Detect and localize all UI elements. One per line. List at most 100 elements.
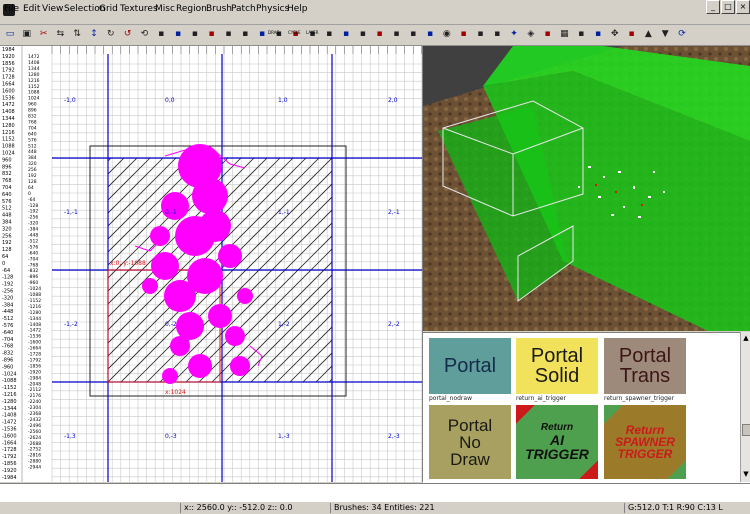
console-input[interactable] xyxy=(0,483,750,503)
ruler-label: -1536 xyxy=(2,427,17,433)
ruler-label: -256 xyxy=(28,215,38,221)
close-button[interactable]: × xyxy=(736,0,750,14)
ruler-label: -1792 xyxy=(2,454,17,460)
render-mode-icon[interactable]: ▪ xyxy=(575,28,587,40)
face-edit-icon[interactable]: ▪ xyxy=(323,28,335,40)
ruler-label: 1664 xyxy=(2,82,15,88)
camera-canvas[interactable] xyxy=(423,46,750,331)
view-xy-icon[interactable]: ▪ xyxy=(390,28,402,40)
grid-view-2d[interactable]: 1984 1920 1856 1792 1728 1664 1600 1536 1472 1408… xyxy=(0,46,423,482)
ruler-label: -704 xyxy=(28,256,38,262)
menu-edit[interactable]: Edit xyxy=(23,4,40,14)
texture-tile-portal-trans[interactable]: Portal Trans xyxy=(604,338,686,394)
show-curves-icon[interactable]: ▪ xyxy=(474,28,486,40)
ruler-label: -448 xyxy=(28,233,38,239)
menu-grid[interactable]: Grid xyxy=(99,4,118,14)
menu-physics[interactable]: Physics xyxy=(256,4,289,14)
texture-label: Portal xyxy=(530,345,584,367)
ruler-label: -1408 xyxy=(2,413,17,419)
filter-icon[interactable]: ◈ xyxy=(525,28,537,40)
grid-icon[interactable]: ▦ xyxy=(558,28,570,40)
region-label: 2,-1 xyxy=(388,209,400,216)
flip-y-icon[interactable]: ⇅ xyxy=(71,28,83,40)
arrow-up-icon[interactable]: ▲ xyxy=(642,28,654,40)
scroll-thumb[interactable] xyxy=(742,424,750,436)
light-icon[interactable]: ✦ xyxy=(508,28,520,40)
cut-icon[interactable]: ✂ xyxy=(38,28,50,40)
ruler-label: 1152 xyxy=(2,137,15,143)
entity-blob xyxy=(170,336,190,356)
menu-brush[interactable]: Brush xyxy=(206,4,232,14)
entity-blob xyxy=(188,354,212,378)
ruler-label: -1152 xyxy=(28,298,41,304)
menu-bar: File Edit View Selection Grid Textures M… xyxy=(0,0,750,25)
texture-label: Portal xyxy=(443,355,497,377)
rotate-x-icon[interactable]: ↻ xyxy=(105,28,117,40)
menu-textures[interactable]: Textures xyxy=(120,4,158,14)
entity-blob xyxy=(192,178,228,214)
view-yz-icon[interactable]: ▪ xyxy=(424,28,436,40)
texture-lock-icon[interactable]: ▪ xyxy=(340,28,352,40)
flip-z-icon[interactable]: ↕ xyxy=(88,28,100,40)
csg-merge-icon[interactable]: ▪ xyxy=(222,28,234,40)
texture-tile-portal-solid[interactable]: Portal Solid xyxy=(516,338,598,394)
texture-tile-portal[interactable]: Portal xyxy=(429,338,511,394)
select-inside-icon[interactable]: ▪ xyxy=(172,28,184,40)
move-icon[interactable]: ✥ xyxy=(609,28,621,40)
cubic-clip-icon[interactable]: ▪ xyxy=(542,28,554,40)
menu-region[interactable]: Region xyxy=(176,4,207,14)
texture-tile-return-ai-trigger[interactable]: Return AI TRIGGER xyxy=(516,405,598,479)
maximize-button[interactable]: □ xyxy=(721,0,735,14)
ruler-label: 1536 xyxy=(2,95,15,101)
path-icon[interactable]: ▪ xyxy=(592,28,604,40)
rotate-z-icon[interactable]: ⟲ xyxy=(138,28,150,40)
ruler-label: -1280 xyxy=(28,310,41,316)
ruler-label: 192 xyxy=(2,240,12,246)
grid-canvas[interactable]: 1984192018561792172816641600153614721408… xyxy=(0,46,422,482)
hollow-icon[interactable]: ▪ xyxy=(239,28,251,40)
scroll-up-icon[interactable]: ▲ xyxy=(742,334,750,342)
show-patches-icon[interactable]: ▪ xyxy=(458,28,470,40)
texture-label: Draw xyxy=(450,449,490,469)
rotate-mode-icon[interactable]: ▪ xyxy=(357,28,369,40)
toolbar-mode-label[interactable]: LAYER xyxy=(306,30,319,35)
entity-icon[interactable]: ▪ xyxy=(491,28,503,40)
make-room-icon[interactable]: ▪ xyxy=(256,28,268,40)
camera-icon[interactable]: ◉ xyxy=(441,28,453,40)
toolbar-mode-label[interactable]: DRAG xyxy=(268,30,279,35)
menu-help[interactable]: Help xyxy=(287,4,308,14)
ruler-label: 1280 xyxy=(28,72,40,78)
csg-subtract-icon[interactable]: ▪ xyxy=(206,28,218,40)
view-xz-icon[interactable]: ▪ xyxy=(407,28,419,40)
minimize-button[interactable]: _ xyxy=(706,0,720,14)
menu-view[interactable]: View xyxy=(42,4,63,14)
scroll-down-icon[interactable]: ▼ xyxy=(742,470,750,478)
arrow-down-icon[interactable]: ▼ xyxy=(659,28,671,40)
flip-x-icon[interactable]: ⇆ xyxy=(54,28,66,40)
texture-tile-portal-no-draw[interactable]: Portal No Draw xyxy=(429,405,511,479)
ruler-label: -1728 xyxy=(28,352,41,358)
plugin-icon[interactable]: ▪ xyxy=(626,28,638,40)
region-label: 0,-1 xyxy=(165,209,177,216)
toolbar-mode-label[interactable]: CYCLE xyxy=(288,30,301,35)
camera-view-3d[interactable] xyxy=(423,46,750,331)
ruler-label: -576 xyxy=(28,244,38,250)
menu-misc[interactable]: Misc xyxy=(155,4,175,14)
select-partial-icon[interactable]: ▪ xyxy=(189,28,201,40)
save-icon[interactable]: ▣ xyxy=(21,28,33,40)
select-touching-icon[interactable]: ▪ xyxy=(155,28,167,40)
ruler-label: -1344 xyxy=(28,316,41,322)
region-label: 0,0 xyxy=(165,97,175,104)
rotate-y-icon[interactable]: ↺ xyxy=(122,28,134,40)
menu-file[interactable]: File xyxy=(4,4,19,14)
refresh-icon[interactable]: ⟳ xyxy=(676,28,688,40)
ruler-label: 960 xyxy=(28,102,37,108)
ruler-label: -2240 xyxy=(28,399,41,405)
texture-tile-return-spawner-trigger[interactable]: Return SPAWNER TRIGGER xyxy=(604,405,686,479)
ruler-label: -768 xyxy=(28,262,38,268)
scale-mode-icon[interactable]: ▪ xyxy=(374,28,386,40)
open-file-icon[interactable]: ▭ xyxy=(4,28,16,40)
menu-patch[interactable]: Patch xyxy=(231,4,256,14)
texture-scrollbar[interactable]: ▲ ▼ xyxy=(740,332,750,482)
region-label: 1,-2 xyxy=(278,321,290,328)
